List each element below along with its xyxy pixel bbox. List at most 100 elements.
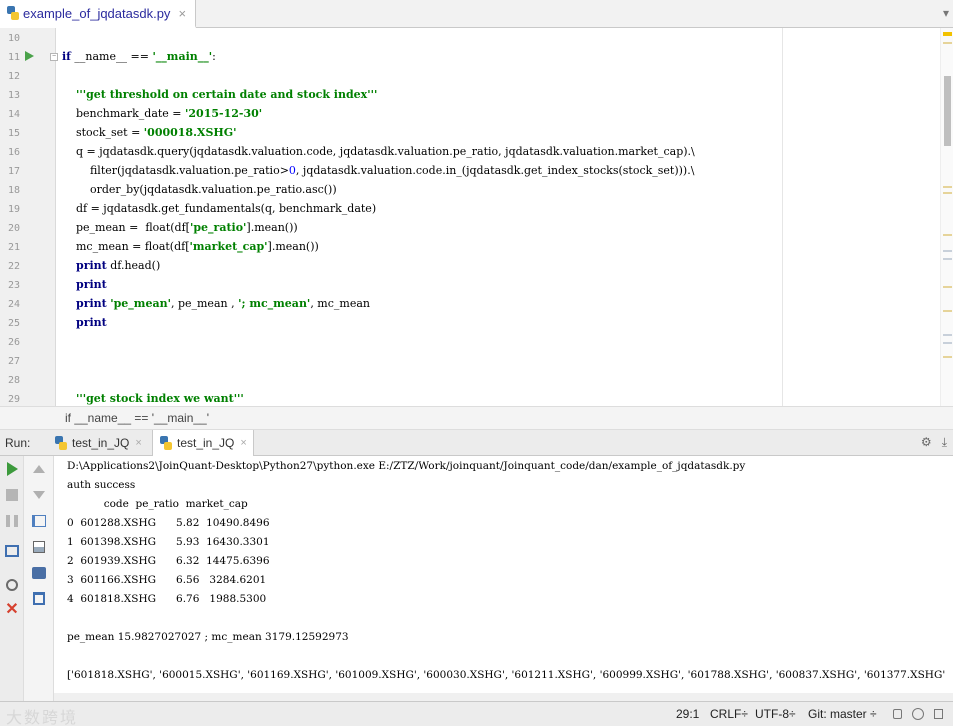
python-file-icon [6, 6, 20, 20]
caret-position[interactable]: 29:1 [676, 707, 699, 721]
close-run-tab-icon[interactable]: × [240, 437, 246, 449]
line-number: 26 [7, 337, 20, 348]
stripe-marker[interactable] [943, 234, 952, 236]
lock-icon[interactable] [893, 709, 902, 719]
event-log-icon[interactable] [934, 709, 943, 719]
code-line[interactable]: filter(jqdatasdk.valuation.pe_ratio>0, j… [62, 164, 694, 177]
stripe-marker[interactable] [943, 356, 952, 358]
console-actions-toolbar [24, 456, 54, 701]
code-token: , mc_mean [310, 297, 370, 310]
code-line[interactable]: '''get stock index we want''' [62, 392, 244, 405]
tabbar-controls: ▾ [943, 6, 949, 20]
stripe-marker[interactable] [943, 258, 952, 260]
line-number: 11 [7, 52, 20, 63]
hide-panel-icon[interactable]: ⤓ [942, 435, 947, 450]
code-line[interactable]: order_by(jqdatasdk.valuation.pe_ratio.as… [62, 183, 337, 196]
code-line[interactable]: print [62, 316, 107, 329]
code-line[interactable]: if __name__ == '__main__': [62, 50, 216, 63]
code-string: '''get stock index we want''' [76, 392, 244, 405]
rerun-icon[interactable] [4, 461, 20, 477]
code-line[interactable]: '''get threshold on certain date and sto… [62, 88, 377, 101]
code-line[interactable]: q = jqdatasdk.query(jqdatasdk.valuation.… [62, 145, 695, 158]
stripe-marker[interactable] [943, 42, 952, 44]
run-tab-test-in-jq-2[interactable]: test_in_JQ × [152, 430, 254, 456]
run-panel-controls: ⚙ ⤓ [921, 435, 947, 450]
console-output-line: 2 601939.XSHG 6.32 14475.6396 [67, 555, 270, 567]
code-line[interactable]: print 'pe_mean', pe_mean , '; mc_mean', … [62, 297, 370, 310]
line-number: 28 [7, 375, 20, 386]
soft-wrap-icon[interactable] [31, 513, 47, 529]
git-branch-widget[interactable]: Git: master ÷ [808, 707, 877, 721]
fold-toggle-icon[interactable]: − [50, 53, 58, 61]
line-number: 18 [7, 185, 20, 196]
clear-all-icon[interactable] [31, 590, 47, 606]
pin-tab-icon[interactable] [4, 577, 20, 593]
status-bar: 大数跨境 29:1 CRLF÷ UTF-8÷ Git: master ÷ [0, 701, 953, 726]
scroll-up-icon[interactable] [31, 461, 47, 477]
scroll-down-icon[interactable] [31, 487, 47, 503]
run-tab-test-in-jq-1[interactable]: test_in_JQ × [48, 430, 148, 456]
line-separator-widget[interactable]: CRLF÷ [710, 707, 748, 721]
pause-icon[interactable] [4, 513, 20, 529]
console-horizontal-scrollbar[interactable] [54, 693, 953, 701]
editor-scrollbar-thumb[interactable] [944, 76, 951, 146]
stripe-marker[interactable] [943, 192, 952, 194]
restore-layout-icon[interactable] [4, 543, 20, 559]
stripe-marker[interactable] [943, 310, 952, 312]
console-output-line: 3 601166.XSHG 6.56 3284.6201 [67, 574, 267, 586]
editor-error-stripe[interactable] [940, 28, 953, 406]
line-number: 19 [7, 204, 20, 215]
close-icon[interactable]: ✕ [4, 602, 20, 618]
code-line[interactable]: mc_mean = float(df['market_cap'].mean()) [62, 240, 319, 253]
code-line[interactable]: print [62, 278, 107, 291]
stop-icon[interactable] [4, 487, 20, 503]
watermark-text: 大数跨境 [6, 710, 79, 726]
line-number: 23 [7, 280, 20, 291]
encoding-widget[interactable]: UTF-8÷ [755, 707, 796, 721]
code-line[interactable]: print df.head() [62, 259, 160, 272]
line-number: 16 [7, 147, 20, 158]
run-tab-label: test_in_JQ [177, 436, 235, 450]
code-token: stock_set = [62, 126, 144, 139]
warning-marker[interactable] [943, 32, 952, 36]
console-output[interactable]: D:\Applications2\JoinQuant-Desktop\Pytho… [54, 456, 953, 701]
stripe-marker[interactable] [943, 186, 952, 188]
close-tab-icon[interactable]: × [178, 6, 186, 21]
editor-tab-bar: example_of_jqdatasdk.py × ▾ [0, 0, 953, 28]
code-line[interactable]: stock_set = '000018.XSHG' [62, 126, 237, 139]
stripe-marker[interactable] [943, 342, 952, 344]
code-string: '''get threshold on certain date and sto… [76, 88, 378, 101]
scroll-to-end-icon[interactable] [31, 539, 47, 555]
print-icon[interactable] [31, 565, 47, 581]
stripe-marker[interactable] [943, 286, 952, 288]
breadcrumb-item[interactable]: if __name__ == '__main__' [65, 411, 209, 425]
console-command-line: D:\Applications2\JoinQuant-Desktop\Pytho… [67, 460, 746, 472]
python-run-icon [159, 436, 173, 450]
code-keyword: print [76, 316, 107, 329]
code-string: 'pe_mean' [110, 297, 171, 310]
code-editor[interactable]: 10 11 12 13 14 15 16 17 18 19 20 21 22 23 24 25 26 27 28 29… [0, 28, 953, 406]
code-string: '__main__' [152, 50, 213, 63]
stripe-marker[interactable] [943, 334, 952, 336]
code-area[interactable]: if __name__ == '__main__': '''get thresh… [62, 28, 782, 406]
code-token: df.head() [106, 259, 161, 272]
code-line[interactable]: df = jqdatasdk.get_fundamentals(q, bench… [62, 202, 376, 215]
stripe-marker[interactable] [943, 250, 952, 252]
code-keyword: if [62, 50, 71, 63]
editor-tab-example-of-jqdatasdk[interactable]: example_of_jqdatasdk.py × [0, 0, 196, 28]
code-line[interactable]: benchmark_date = '2015-12-30' [62, 107, 262, 120]
code-token: filter(jqdatasdk.valuation.pe_ratio> [62, 164, 289, 177]
inspection-face-icon[interactable] [912, 708, 924, 720]
gear-icon[interactable]: ⚙ [921, 435, 932, 450]
tab-overflow-icon[interactable]: ▾ [943, 6, 949, 20]
code-line[interactable]: pe_mean = float(df['pe_ratio'].mean()) [62, 221, 298, 234]
console-output-line: 1 601398.XSHG 5.93 16430.3301 [67, 536, 270, 548]
code-string: '000018.XSHG' [143, 126, 237, 139]
run-main-icon[interactable] [25, 51, 34, 61]
close-run-tab-icon[interactable]: × [135, 437, 141, 449]
